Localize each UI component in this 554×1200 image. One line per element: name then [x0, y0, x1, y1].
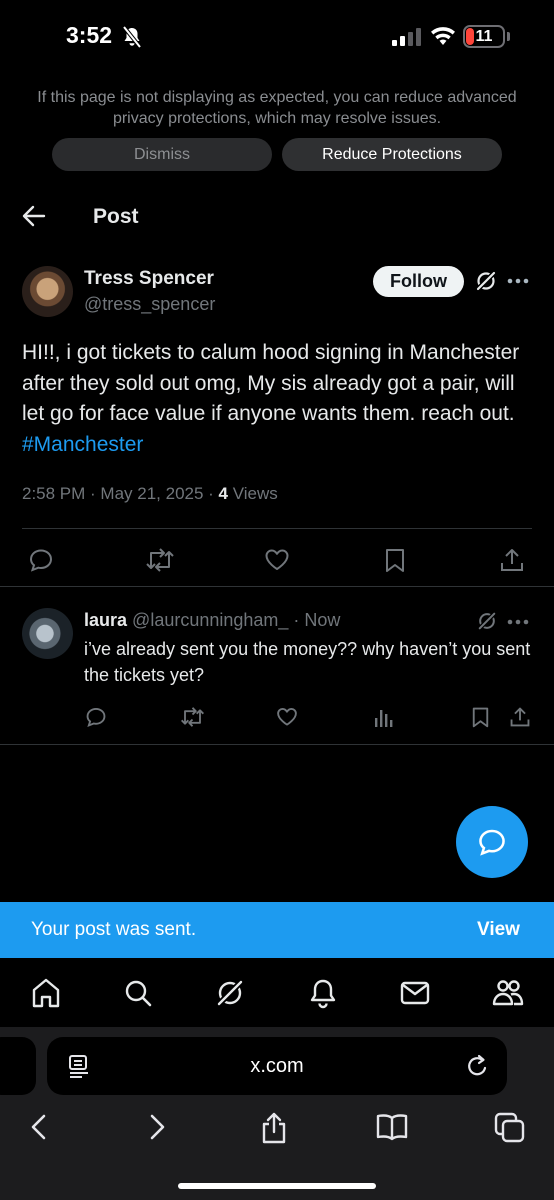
battery-cap — [507, 32, 510, 41]
previous-tab-preview[interactable] — [0, 1037, 36, 1095]
wifi-icon — [430, 26, 456, 46]
reply-avatar[interactable] — [22, 608, 73, 659]
hashtag-link[interactable]: #Manchester — [22, 433, 143, 456]
page-title: Post — [93, 205, 139, 228]
reload-icon[interactable] — [466, 1053, 490, 1079]
share-icon[interactable] — [509, 706, 531, 728]
reply-time: · Now — [288, 610, 341, 630]
browser-forward-icon[interactable] — [146, 1112, 168, 1142]
battery-icon: 11 — [463, 25, 505, 48]
dismiss-button[interactable]: Dismiss — [52, 138, 272, 171]
reply-icon[interactable] — [28, 547, 54, 573]
post-timestamp: 2:58 PM · May 21, 2025 · — [22, 484, 219, 503]
notifications-bell-icon[interactable] — [308, 977, 338, 1009]
grok-icon[interactable] — [475, 270, 497, 292]
toast-message: Your post was sent. — [31, 919, 197, 940]
bookmark-icon[interactable] — [384, 547, 406, 573]
views-icon[interactable] — [374, 706, 394, 728]
author-avatar[interactable] — [22, 266, 73, 317]
divider — [0, 744, 554, 745]
reply-author-name[interactable]: laura — [84, 610, 127, 630]
back-arrow-icon[interactable] — [22, 205, 46, 227]
cellular-signal-icon — [392, 28, 422, 46]
like-icon[interactable] — [276, 706, 298, 728]
post-metadata: 2:58 PM · May 21, 2025 · 4 Views — [22, 484, 278, 504]
more-options-icon[interactable] — [507, 271, 529, 291]
status-time: 3:52 — [66, 22, 113, 48]
reply-header: laura @laurcunningham_ · Now — [84, 610, 340, 631]
repost-icon[interactable] — [180, 706, 205, 728]
views-count: 4 — [218, 484, 229, 503]
compose-reply-button[interactable] — [456, 806, 528, 878]
chat-bubble-icon — [477, 827, 507, 857]
share-icon[interactable] — [499, 547, 525, 573]
toast-view-button[interactable]: View — [477, 919, 520, 941]
bookmark-icon[interactable] — [471, 706, 490, 728]
communities-icon[interactable] — [492, 977, 524, 1009]
author-name[interactable]: Tress Spencer — [84, 268, 214, 290]
author-handle[interactable]: @tress_spencer — [84, 294, 215, 315]
privacy-banner-message: If this page is not displaying as expect… — [37, 89, 517, 127]
post-text: HI!!, i got tickets to calum hood signin… — [22, 338, 538, 460]
like-icon[interactable] — [264, 547, 290, 573]
home-icon[interactable] — [31, 977, 61, 1009]
follow-button[interactable]: Follow — [373, 266, 464, 297]
tabs-overview-icon[interactable] — [494, 1112, 526, 1144]
divider — [0, 586, 554, 587]
reduce-protections-button[interactable]: Reduce Protections — [282, 138, 502, 171]
divider — [22, 528, 532, 529]
reply-author-handle[interactable]: @laurcunningham_ — [132, 610, 288, 630]
messages-envelope-icon[interactable] — [400, 977, 430, 1009]
browser-back-icon[interactable] — [28, 1112, 50, 1142]
battery-level: 11 — [475, 28, 493, 45]
home-indicator[interactable] — [178, 1183, 376, 1189]
grok-icon[interactable] — [477, 611, 497, 631]
more-options-icon[interactable] — [507, 612, 529, 632]
repost-icon[interactable] — [145, 547, 175, 573]
views-label: Views — [228, 484, 278, 503]
reply-text: i’ve already sent you the money?? why ha… — [84, 639, 531, 685]
bell-slash-icon — [122, 26, 142, 48]
post-body: HI!!, i got tickets to calum hood signin… — [22, 341, 520, 425]
grok-icon[interactable] — [215, 977, 245, 1009]
url-text[interactable]: x.com — [47, 1055, 507, 1078]
reply-icon[interactable] — [85, 706, 107, 728]
bookmarks-book-icon[interactable] — [375, 1112, 409, 1142]
browser-share-icon[interactable] — [260, 1112, 288, 1144]
search-icon[interactable] — [123, 977, 153, 1009]
